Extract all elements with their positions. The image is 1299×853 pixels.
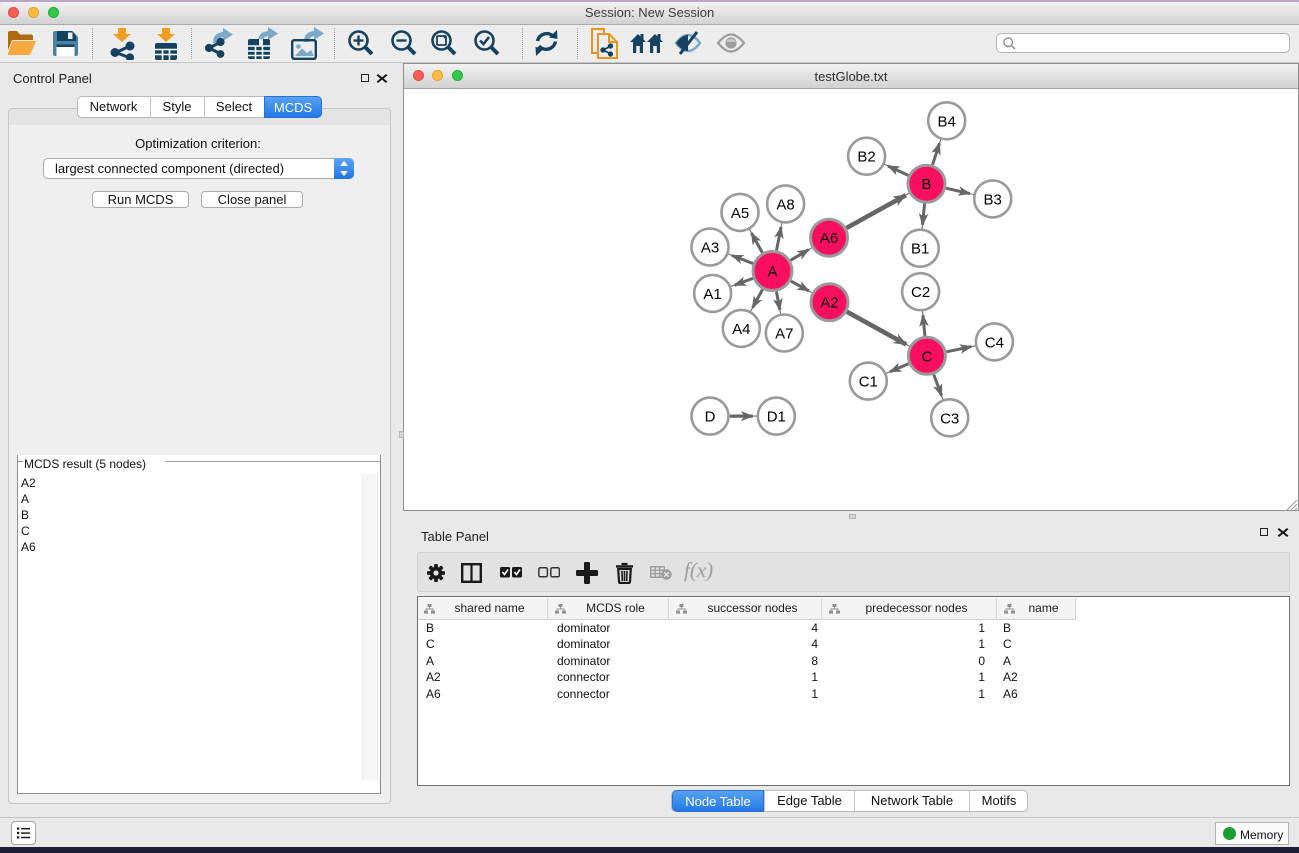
svg-text:B1: B1 (911, 241, 929, 258)
svg-text:B2: B2 (857, 149, 875, 166)
svg-text:C2: C2 (911, 284, 930, 301)
svg-text:C1: C1 (859, 374, 878, 391)
svg-text:A6: A6 (820, 230, 838, 247)
svg-text:D: D (705, 409, 716, 426)
svg-text:C3: C3 (940, 410, 959, 427)
svg-text:B3: B3 (984, 191, 1002, 208)
svg-text:B4: B4 (938, 113, 956, 130)
svg-text:A4: A4 (732, 321, 750, 338)
svg-text:A7: A7 (775, 326, 793, 343)
svg-text:A: A (767, 264, 777, 281)
svg-text:A3: A3 (701, 240, 719, 257)
svg-text:A8: A8 (776, 196, 794, 213)
svg-text:A5: A5 (731, 205, 749, 222)
svg-text:B: B (921, 176, 931, 193)
svg-text:D1: D1 (767, 409, 786, 426)
svg-text:A1: A1 (703, 286, 721, 303)
svg-text:A2: A2 (820, 295, 838, 312)
svg-text:C: C (921, 348, 932, 365)
svg-text:C4: C4 (985, 334, 1004, 351)
